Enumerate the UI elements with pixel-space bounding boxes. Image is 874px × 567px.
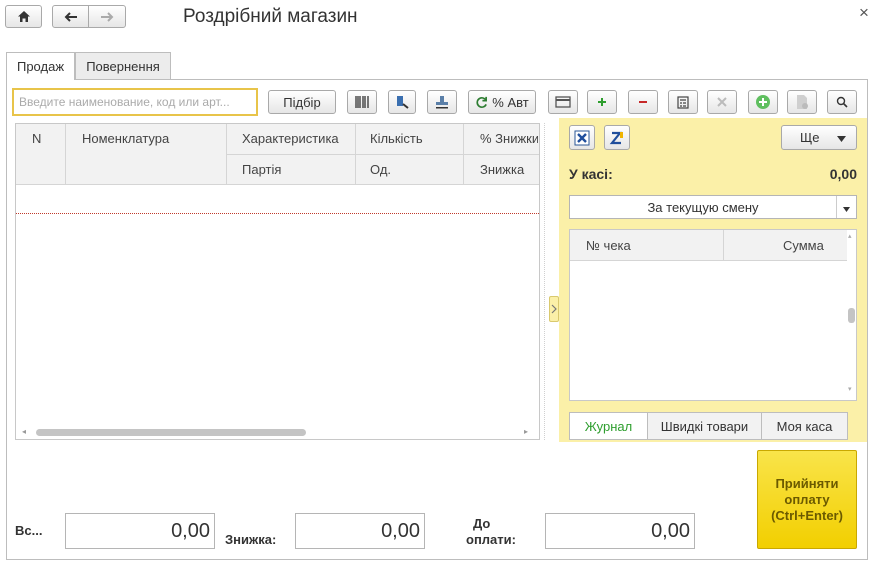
window-title: Роздрібний магазин xyxy=(183,6,358,27)
card-reader-icon xyxy=(394,94,410,110)
due-label-line2: оплати: xyxy=(466,532,516,547)
in-register-value: 0,00 xyxy=(829,166,857,182)
col-quantity[interactable]: Кількість xyxy=(370,131,423,146)
col-unit[interactable]: Од. xyxy=(370,162,391,177)
close-icon[interactable]: × xyxy=(859,3,869,23)
scroll-right-arrow[interactable]: ▸ xyxy=(524,427,528,436)
calculator-button[interactable] xyxy=(668,90,698,114)
caret-down-icon xyxy=(837,130,846,145)
more-label: Ще xyxy=(800,130,820,145)
payment-card-button[interactable] xyxy=(548,90,578,114)
plus-icon xyxy=(596,96,608,108)
scroll-thumb[interactable] xyxy=(36,429,306,436)
stamp-button[interactable] xyxy=(427,90,457,114)
arrow-right-icon xyxy=(100,11,114,23)
barcode-icon xyxy=(354,95,370,109)
add-row-button[interactable] xyxy=(587,90,617,114)
in-register-label: У касі: xyxy=(569,166,613,182)
col-number[interactable]: N xyxy=(32,131,41,146)
document-icon xyxy=(795,94,809,110)
col-receipt-number[interactable]: № чека xyxy=(586,238,631,253)
tab-sale[interactable]: Продаж xyxy=(6,52,75,80)
credit-card-icon xyxy=(555,96,571,108)
auto-discount-label: % Авт xyxy=(492,94,529,110)
forward-button[interactable] xyxy=(88,5,126,28)
accept-payment-line1: Прийняти xyxy=(775,475,839,491)
accept-payment-button[interactable]: Прийняти оплату (Ctrl+Enter) xyxy=(757,450,857,549)
new-button[interactable] xyxy=(748,90,778,114)
col-item[interactable]: Номенклатура xyxy=(82,131,169,146)
search-placeholder: Введите наименование, код или арт... xyxy=(19,95,230,109)
shift-select-dropdown[interactable] xyxy=(836,196,856,218)
goods-table[interactable]: N Номенклатура Характеристика Кількість … xyxy=(15,123,540,440)
total-field: 0,00 xyxy=(65,513,215,549)
tab-my-register[interactable]: Моя каса xyxy=(761,412,848,440)
table-row[interactable] xyxy=(16,186,539,214)
search-button[interactable] xyxy=(827,90,857,114)
col-amount[interactable]: Сумма xyxy=(783,238,824,253)
col-discount[interactable]: Знижка xyxy=(480,162,524,177)
discount-field: 0,00 xyxy=(295,513,425,549)
col-batch[interactable]: Партія xyxy=(242,162,281,177)
document-button[interactable] xyxy=(787,90,817,114)
splitter-line xyxy=(544,123,545,440)
due-field: 0,00 xyxy=(545,513,695,549)
calculator-icon xyxy=(677,95,689,109)
tab-quick-goods[interactable]: Швидкі товари xyxy=(647,412,762,440)
home-icon xyxy=(17,10,31,23)
tab-journal[interactable]: Журнал xyxy=(569,412,648,440)
scanner-button[interactable] xyxy=(388,90,416,114)
total-label: Вс... xyxy=(15,523,43,538)
col-discount-percent[interactable]: % Знижки xyxy=(480,131,538,146)
minus-icon xyxy=(637,96,649,108)
receipts-table[interactable]: № чека Сумма ▴ ▾ xyxy=(569,229,857,401)
horizontal-scrollbar[interactable]: ◂ ▸ xyxy=(16,424,539,439)
more-button[interactable]: Ще xyxy=(781,125,857,150)
arrow-left-icon xyxy=(64,11,78,23)
home-button[interactable] xyxy=(5,5,42,28)
z-report-icon xyxy=(609,130,625,146)
header-divider xyxy=(65,124,66,185)
add-circle-icon xyxy=(755,94,771,110)
shift-select[interactable]: За текущую смену xyxy=(569,195,857,219)
refresh-icon xyxy=(475,96,488,109)
pick-button[interactable]: Підбір xyxy=(268,90,336,114)
remove-row-button[interactable] xyxy=(628,90,658,114)
scroll-up-arrow[interactable]: ▴ xyxy=(848,232,852,240)
excel-icon xyxy=(574,130,590,146)
caret-down-icon xyxy=(843,200,850,215)
search-icon xyxy=(836,96,848,108)
panel-bottom-tabs: Журнал Швидкі товари Моя каса xyxy=(569,412,848,440)
due-label-line1: До xyxy=(473,516,491,531)
scroll-left-arrow[interactable]: ◂ xyxy=(22,427,26,436)
accept-payment-line3: (Ctrl+Enter) xyxy=(771,507,843,523)
export-excel-button[interactable] xyxy=(569,125,595,150)
collapse-panel-handle[interactable] xyxy=(549,296,559,322)
barcode-button[interactable] xyxy=(347,90,377,114)
shift-select-value: За текущую смену xyxy=(647,200,759,215)
accept-payment-line2: оплату xyxy=(784,491,830,507)
cross-icon xyxy=(716,96,728,108)
tab-return[interactable]: Повернення xyxy=(75,52,171,79)
header-divider xyxy=(226,154,539,155)
auto-discount-button[interactable]: % Авт xyxy=(468,90,536,114)
scroll-down-arrow[interactable]: ▾ xyxy=(848,385,852,393)
vertical-scrollbar[interactable]: ▴ ▾ xyxy=(847,230,856,400)
back-button[interactable] xyxy=(52,5,89,28)
col-characteristic[interactable]: Характеристика xyxy=(242,131,339,146)
scroll-thumb[interactable] xyxy=(848,308,855,323)
clear-button[interactable] xyxy=(707,90,737,114)
stamp-icon xyxy=(434,94,450,110)
header-divider xyxy=(723,230,724,261)
discount-label: Знижка: xyxy=(225,532,277,547)
z-report-button[interactable] xyxy=(604,125,630,150)
chevron-right-icon xyxy=(551,302,557,317)
